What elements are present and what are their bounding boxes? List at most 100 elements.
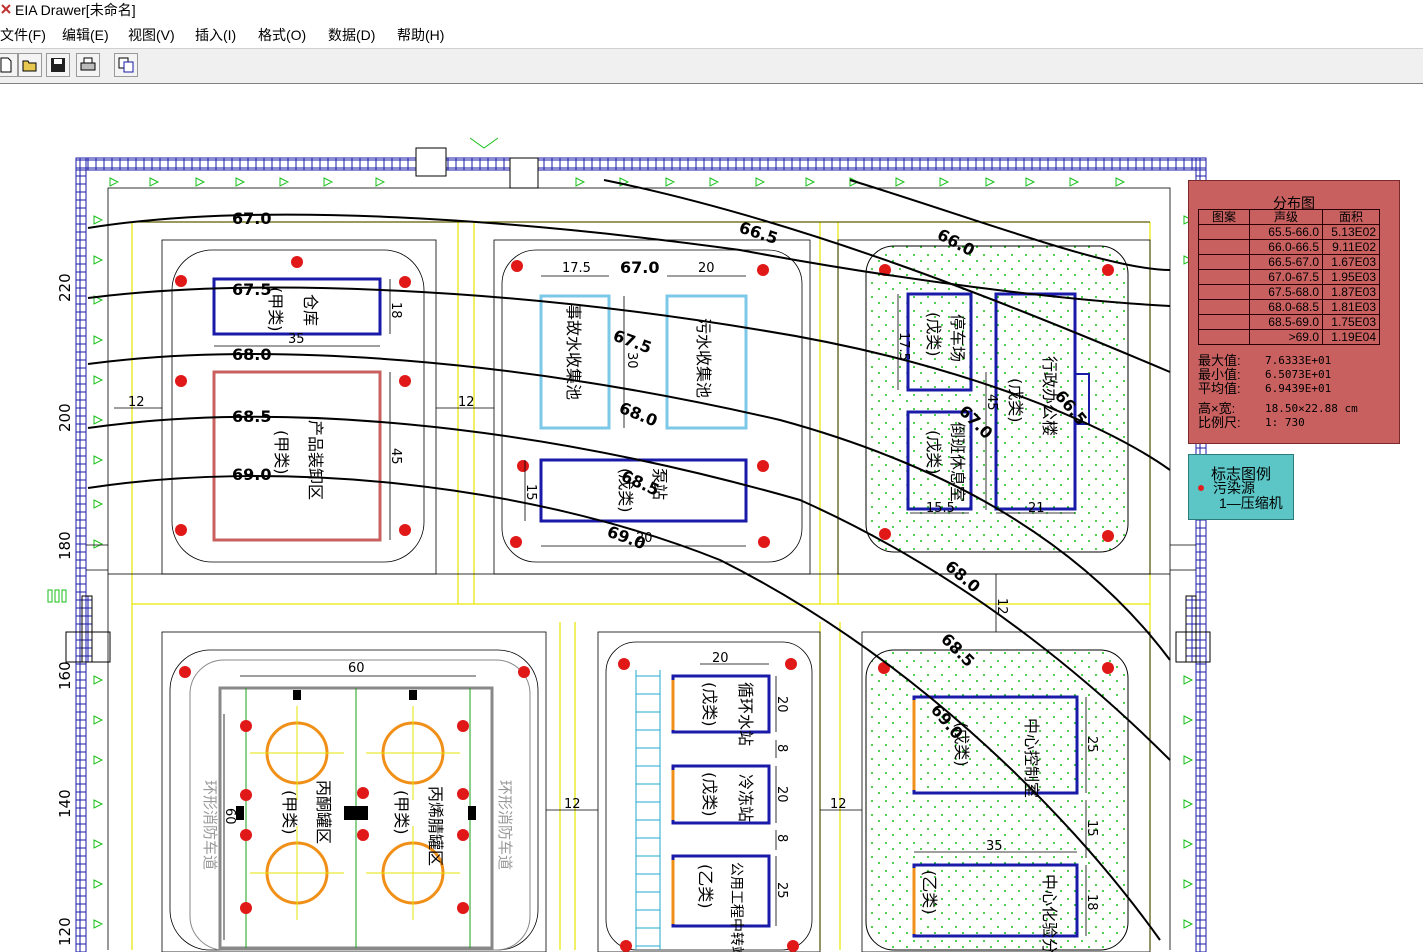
dim-label: 21 [1028,501,1045,516]
dim-label: 20 [774,786,789,803]
dim-label: 35 [288,332,305,347]
table-row: 66.0-66.5 9.11E02 [1198,239,1380,255]
open-button[interactable] [18,53,42,77]
dim-label: 60 [348,661,365,676]
label-pump-station: 泵站 [650,468,669,500]
menu-view[interactable]: 视图(V) [128,25,175,45]
toolbar [0,48,1423,85]
label-warehouse: 仓库 [301,294,320,326]
label-ring-road-left: 环形消防车道 [201,780,219,870]
col-header-level: 声级 [1249,209,1323,225]
title-bar: EIA Drawer[未命名] [0,0,1423,20]
label-control-class: (戊类) [952,722,971,767]
dim-label: 20 [636,531,653,546]
table-row: 67.5-68.0 1.87E03 [1198,284,1380,300]
dim-label: 25 [774,882,789,899]
label-freezer: 冷冻站 [736,774,755,822]
dim-label: 15 [523,484,538,501]
print-button[interactable] [76,53,100,77]
col-header-pattern: 图案 [1198,209,1250,225]
contour-label: 67.0 [620,258,659,277]
dim-label: 8 [774,744,789,752]
table-row: 65.5-66.0 5.13E02 [1198,224,1380,240]
dim-label: 20 [698,261,715,276]
contour-label: 69.0 [232,465,271,484]
table-row: 68.5-69.0 1.75E03 [1198,314,1380,330]
axis-label-160: 160 [56,661,74,690]
dim-label: 15.5 [926,501,955,516]
open-folder-icon [22,60,37,72]
print-icon [80,57,96,71]
dim-label: 12 [564,797,581,812]
label-freezer-class: (戊类) [700,772,719,817]
dim-label: 20 [712,651,729,666]
label-tank-farm2: 丙烯腈罐区 [426,786,445,866]
table-row: 66.5-67.0 1.67E03 [1198,254,1380,270]
label-cooling: 循环水站 [736,682,755,746]
contour-label: 68.0 [232,345,271,364]
menu-edit[interactable]: 编辑(E) [62,25,109,45]
new-file-button[interactable] [0,53,18,77]
label-sewage-pool: 污水收集池 [694,318,713,398]
label-ring-road-right: 环形消防车道 [496,780,514,870]
contour-label: 68.5 [232,407,271,426]
distribution-panel[interactable]: 分布图 图案 声级 面积 65.5-66.0 5.13E02 66.0-66.5 9… [1188,180,1400,444]
distribution-table: 图案 声级 面积 65.5-66.0 5.13E02 66.0-66.5 9.11E… [1198,209,1380,345]
table-row: >69.0 1.19E04 [1198,329,1380,345]
label-office-class: (戊类) [1006,378,1025,423]
axis-label-140: 140 [56,789,74,818]
table-row: 68.0-68.5 1.81E03 [1198,299,1380,315]
dim-label: 18 [388,302,403,319]
label-garage-class: (戊类) [924,312,943,357]
window-title: EIA Drawer[未命名] [15,2,136,18]
copy-button[interactable] [114,53,138,77]
legend-item-value: 1—压缩机 [1219,495,1283,511]
dim-label: 12 [128,395,145,410]
legend-panel[interactable]: 标志图例 污染源 1—压缩机 [1188,454,1294,520]
axis-label-120: 120 [56,917,74,946]
dim-label: 60 [222,808,237,825]
menu-format[interactable]: 格式(O) [258,25,306,45]
menu-insert[interactable]: 插入(I) [195,25,236,45]
new-file-icon [0,57,12,73]
label-analysis-class: (乙类) [920,870,939,915]
dim-label: 15 [1084,820,1099,837]
label-tank2-class: (甲类) [392,790,411,835]
menu-help[interactable]: 帮助(H) [397,25,444,45]
dim-label: 12 [830,797,847,812]
dim-label: 12 [458,395,475,410]
label-public-class: (乙类) [696,864,715,909]
dim-label: 25 [1084,736,1099,753]
label-public: 公用工程中转站 [728,862,744,952]
contour-label: 68.0 [617,398,661,430]
dim-label: 20 [774,696,789,713]
label-warehouse-class: (甲类) [266,287,285,332]
label-office: 行政办公楼 [1040,356,1059,436]
table-row: 67.0-67.5 1.95E03 [1198,269,1380,285]
label-analysis: 中心化验分析 [1040,874,1059,952]
dim-label: 30 [624,352,639,369]
label-pump-class: (戊类) [616,468,635,513]
label-water-pool: 事故水收集池 [564,304,583,400]
dim-label: 12 [994,598,1009,615]
label-tank-farm: 丙酮罐区 [314,780,333,844]
drawing-canvas[interactable]: 220 200 180 160 140 120 67.0 67.5 68.0 6… [0,84,1423,952]
contour-label: 67.5 [232,280,271,299]
menu-bar: 文件(F) 编辑(E) 视图(V) 插入(I) 格式(O) 数据(D) 帮助(H… [0,22,1423,46]
copy-icon [118,57,134,73]
label-control: 中心控制室 [1022,718,1041,798]
axis-label-180: 180 [56,531,74,560]
dim-label: 18 [1084,894,1099,911]
label-lab: 倒班休息室 [948,422,967,502]
dim-label: 17.5 [896,332,911,361]
dim-label: 17.5 [562,261,591,276]
save-button[interactable] [46,53,70,77]
col-header-area: 面积 [1322,209,1380,225]
label-cooling-class: (戊类) [700,682,719,727]
label-lab-class: (戊类) [924,430,943,475]
menu-file[interactable]: 文件(F) [0,25,46,45]
dim-label: 35 [986,839,1003,854]
menu-data[interactable]: 数据(D) [328,25,375,45]
dim-label: 8 [774,834,789,842]
dim-label: 45 [984,394,999,411]
